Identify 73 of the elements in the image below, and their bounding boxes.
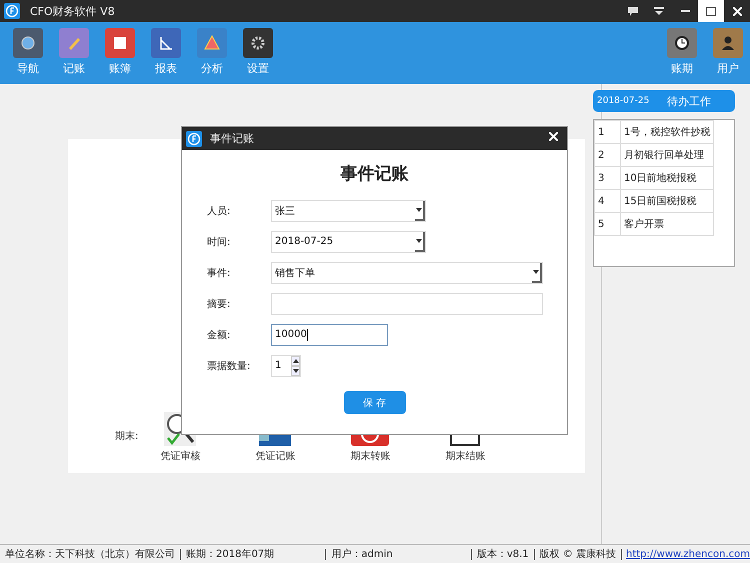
dialog-heading: 事件记账	[340, 163, 410, 185]
table-cell: 5	[594, 212, 620, 236]
dropdown[interactable]: 2018-07-25	[271, 230, 426, 252]
todo-title: 待办工作	[667, 94, 711, 108]
dialog-title: 事件记账	[210, 131, 255, 146]
close-icon	[732, 6, 742, 16]
field-label: 票据数量:	[207, 360, 252, 372]
table-cell: 客户开票	[620, 212, 714, 236]
chat-icon	[628, 6, 638, 16]
pencil-icon	[59, 28, 89, 58]
toolbar-button[interactable]: 记账	[58, 28, 90, 76]
status-text: 单位名称：天下科技（北京）有限公司	[0, 548, 181, 560]
field-label: 金额:	[207, 328, 232, 342]
save-button[interactable]: 保 存	[344, 391, 406, 414]
dropdown-button[interactable]	[532, 262, 542, 282]
field-label: 事件:	[207, 266, 232, 280]
dropdown[interactable]: 张三	[271, 200, 426, 222]
dropdown-button[interactable]	[415, 200, 425, 220]
status-text: 账期：2018年07期	[181, 548, 326, 560]
compass-icon	[13, 28, 43, 58]
dropdown[interactable]: 销售下单	[271, 262, 543, 284]
up-arrow-icon	[292, 358, 298, 362]
number-spinner[interactable]: 1	[271, 354, 301, 376]
toolbar-button[interactable]: 用户	[712, 28, 744, 76]
period-end-label: 期末:	[115, 430, 138, 443]
maximize-button[interactable]	[698, 0, 724, 22]
table-cell: 10日前地税报税	[620, 166, 714, 190]
gear-icon	[243, 28, 273, 58]
toolbar-button[interactable]: 设置	[242, 28, 274, 76]
status-text: 版本：v8.1	[472, 548, 535, 560]
menu-icon	[654, 7, 664, 15]
toolbar-button[interactable]: 报表	[150, 28, 182, 76]
toolbar-button[interactable]: 账簿	[104, 28, 136, 76]
down-arrow-icon	[416, 208, 422, 212]
notebook-icon	[105, 28, 135, 58]
app-logo-icon	[4, 3, 20, 19]
down-arrow-icon	[533, 270, 539, 274]
window-title: CFO财务软件 V8	[30, 4, 116, 18]
dropdown-button[interactable]	[415, 232, 425, 252]
step-label: 期末结账	[445, 450, 486, 463]
field-label: 人员:	[207, 204, 232, 218]
minimize-icon	[680, 10, 690, 12]
toolbar-button[interactable]: 分析	[196, 28, 228, 76]
field-label: 摘要:	[207, 298, 232, 310]
decrement-button[interactable]	[291, 366, 300, 376]
table-cell: 3	[594, 166, 620, 190]
table-cell: 2	[594, 144, 620, 166]
table-cell: 月初银行回单处理	[620, 144, 714, 166]
chart-icon	[151, 28, 181, 58]
person-icon	[713, 28, 743, 58]
toolbar-button[interactable]: 导航	[12, 28, 44, 76]
clock-icon	[667, 28, 697, 58]
down-arrow-icon	[416, 238, 422, 242]
step-label: 凭证审核	[160, 450, 200, 463]
increment-button[interactable]	[291, 356, 300, 366]
down-arrow-icon	[292, 368, 298, 372]
website-link[interactable]: http://www.zhencon.com	[622, 548, 750, 560]
status-text: 用户：admin	[326, 548, 472, 560]
close-icon	[549, 132, 558, 140]
step-label: 凭证记账	[255, 450, 296, 463]
toolbar-button[interactable]: 账期	[666, 28, 698, 76]
step-label: 期末转账	[350, 450, 390, 463]
table-cell: 4	[594, 190, 620, 212]
status-text: 版权 © 震康科技	[534, 548, 622, 560]
table-cell: 1	[594, 120, 620, 144]
maximize-icon	[706, 6, 716, 16]
app-logo-icon	[186, 130, 202, 146]
input-field[interactable]: 10000	[271, 324, 388, 346]
table-cell: 1号，税控软件抄税	[620, 120, 714, 144]
todo-date: 2018-07-25	[597, 96, 650, 106]
field-label: 时间:	[207, 236, 232, 248]
table-cell: 15日前国税报税	[620, 190, 714, 212]
input-field[interactable]	[271, 292, 543, 314]
